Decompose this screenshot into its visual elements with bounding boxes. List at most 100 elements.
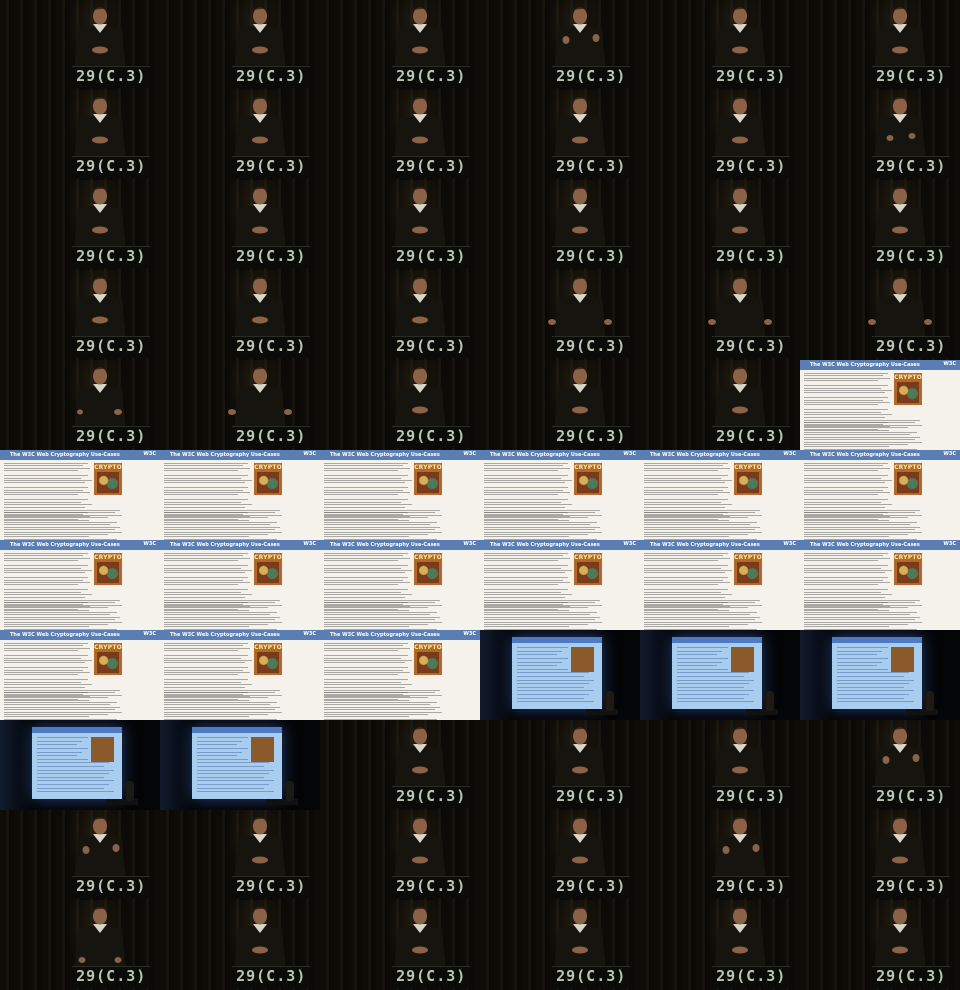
- screen-text-line: [837, 690, 915, 692]
- podium-label: 29(C.3): [716, 336, 787, 355]
- w3c-logo: W3C: [463, 631, 476, 637]
- speaker-hands: [892, 946, 908, 954]
- slide-header: The W3C Web Cryptography Use-Cases W3C: [0, 540, 160, 550]
- slide-frame-36: The W3C Web Cryptography Use-Cases W3C C…: [800, 450, 960, 540]
- speaker-frame-26: 29(C.3): [160, 360, 320, 450]
- screen-crypto-image: [251, 737, 275, 762]
- speaker-frame-4: 29(C.3): [480, 0, 640, 90]
- podium-label: 29(C.3): [556, 66, 627, 85]
- cover-illustration: [897, 562, 919, 583]
- slide-title: The W3C Web Cryptography Use-Cases: [810, 542, 920, 548]
- speaker-frame-27: 29(C.3): [320, 360, 480, 450]
- podium: 29(C.3): [712, 245, 791, 269]
- slide-frame-35: The W3C Web Cryptography Use-Cases W3C C…: [640, 450, 800, 540]
- screen-text-line: [837, 647, 888, 649]
- screen-text-line: [517, 676, 584, 678]
- slide-title: The W3C Web Cryptography Use-Cases: [10, 542, 120, 548]
- speaker-frame-65: 29(C.3): [640, 900, 800, 990]
- speaker-frame-14: 29(C.3): [160, 180, 320, 270]
- slide-header: The W3C Web Cryptography Use-Cases W3C: [160, 540, 320, 550]
- screen-text-line: [197, 744, 237, 746]
- speaker-hands: [732, 136, 748, 144]
- screen-text-line: [837, 650, 883, 652]
- podium-label: 29(C.3): [876, 966, 947, 985]
- screen-text-line: [677, 701, 755, 703]
- slide-title: The W3C Web Cryptography Use-Cases: [810, 362, 920, 368]
- podium-label: 29(C.3): [76, 876, 147, 895]
- slide-header: The W3C Web Cryptography Use-Cases W3C: [160, 450, 320, 460]
- slide-header: The W3C Web Cryptography Use-Cases W3C: [320, 540, 480, 550]
- podium-label: 29(C.3): [556, 786, 627, 805]
- speaker-frame-58: 29(C.3): [480, 810, 640, 900]
- screen-text-line: [37, 766, 104, 768]
- projector-screen: [832, 637, 922, 710]
- slide-header: The W3C Web Cryptography Use-Cases W3C: [800, 360, 960, 370]
- screen-text-line: [37, 755, 77, 757]
- screen-text-line: [837, 654, 877, 656]
- screen-text-line: [677, 658, 728, 660]
- podium: 29(C.3): [232, 425, 311, 449]
- podium-label: 29(C.3): [76, 66, 147, 85]
- w3c-logo: W3C: [143, 451, 156, 457]
- screen-crypto-image: [891, 647, 915, 672]
- podium: 29(C.3): [392, 425, 471, 449]
- screen-text-line: [197, 769, 275, 771]
- speaker-hands: [92, 46, 108, 54]
- screen-text-line: [837, 672, 910, 674]
- wide-frame-48: [800, 630, 960, 720]
- speaker-hands: [572, 946, 588, 954]
- speaker-silhouette: [286, 781, 295, 802]
- slide-frame-41: The W3C Web Cryptography Use-Cases W3C C…: [640, 540, 800, 630]
- screen-text-line: [677, 661, 723, 663]
- screen-text-line: [197, 766, 264, 768]
- speaker-frame-17: 29(C.3): [640, 180, 800, 270]
- slide-bullet-text-lower: [4, 690, 122, 720]
- speaker-hands: [252, 856, 268, 864]
- screen-text-line: [517, 701, 595, 703]
- w3c-logo: W3C: [463, 541, 476, 547]
- speaker-hands: [892, 226, 908, 234]
- speaker-hands: [412, 316, 428, 324]
- podium: 29(C.3): [72, 155, 151, 179]
- speaker-hands: [252, 136, 268, 144]
- crypto-cover-label: CRYPTO: [894, 374, 922, 381]
- podium-label: 29(C.3): [716, 66, 787, 85]
- crypto-book-cover-image: CRYPTO: [894, 463, 922, 495]
- speaker-frame-62: 29(C.3): [160, 900, 320, 990]
- speaker-frame-63: 29(C.3): [320, 900, 480, 990]
- screen-text-line: [37, 773, 110, 775]
- screen-text-line: [517, 647, 568, 649]
- screen-text-line: [517, 694, 590, 696]
- crypto-cover-label: CRYPTO: [94, 554, 122, 561]
- podium: 29(C.3): [232, 245, 311, 269]
- screen-text-line: [37, 740, 83, 742]
- podium: 29(C.3): [712, 335, 791, 359]
- podium: 29(C.3): [552, 875, 631, 899]
- screen-slide-header: [832, 637, 922, 643]
- speaker-hands: [412, 136, 428, 144]
- podium-label: 29(C.3): [236, 966, 307, 985]
- podium-label: 29(C.3): [396, 156, 467, 175]
- speaker-hands: [412, 856, 428, 864]
- projector-screen: [512, 637, 602, 710]
- podium-label: 29(C.3): [76, 156, 147, 175]
- stage-glow: [800, 630, 832, 720]
- crypto-cover-label: CRYPTO: [414, 644, 442, 651]
- screen-text-line: [677, 668, 728, 670]
- slide-frame-32: The W3C Web Cryptography Use-Cases W3C C…: [160, 450, 320, 540]
- screen-text-line: [197, 755, 237, 757]
- podium-label: 29(C.3): [556, 336, 627, 355]
- w3c-logo: W3C: [303, 631, 316, 637]
- slide-title: The W3C Web Cryptography Use-Cases: [330, 542, 440, 548]
- podium: 29(C.3): [552, 425, 631, 449]
- w3c-logo: W3C: [303, 451, 316, 457]
- slide-frame-37: The W3C Web Cryptography Use-Cases W3C C…: [0, 540, 160, 630]
- slide-frame-31: The W3C Web Cryptography Use-Cases W3C C…: [0, 450, 160, 540]
- w3c-logo: W3C: [463, 451, 476, 457]
- crypto-cover-label: CRYPTO: [254, 554, 282, 561]
- podium: 29(C.3): [872, 65, 951, 89]
- speaker-hands: [572, 226, 588, 234]
- podium: 29(C.3): [712, 425, 791, 449]
- screen-text-line: [837, 665, 877, 667]
- slide-title: The W3C Web Cryptography Use-Cases: [650, 542, 760, 548]
